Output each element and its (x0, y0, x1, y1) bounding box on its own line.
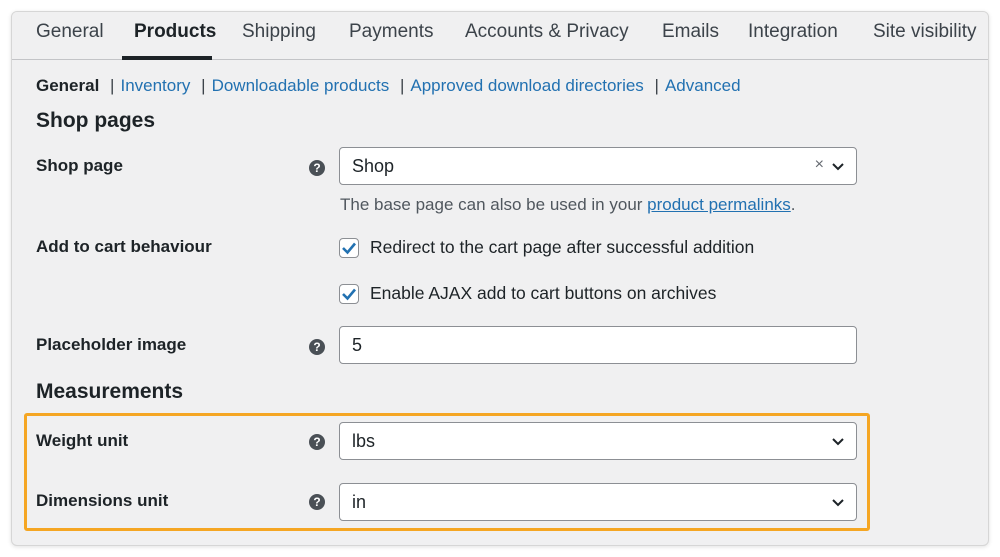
subnav-separator: | (399, 76, 405, 95)
tab-products[interactable]: Products (134, 21, 216, 43)
tab-emails[interactable]: Emails (662, 21, 719, 43)
settings-window: General Products Shipping Payments Accou… (11, 11, 989, 546)
subnav-separator: | (201, 76, 206, 95)
redirect-to-cart-text: Redirect to the cart page after successf… (370, 237, 755, 257)
placeholder-image-label: Placeholder image (36, 335, 187, 354)
weight-unit-selected-value: lbs (352, 431, 376, 451)
ajax-add-to-cart-text: Enable AJAX add to cart buttons on archi… (370, 283, 717, 303)
chevron-down-icon (832, 438, 844, 446)
question-circle-icon[interactable]: ? (309, 339, 325, 355)
subnav-link-inventory[interactable]: Inventory (120, 76, 190, 95)
dimensions-unit-select[interactable]: in (339, 483, 857, 521)
question-circle-icon[interactable]: ? (309, 160, 325, 176)
clear-x-icon[interactable]: × (815, 156, 824, 174)
redirect-to-cart-checkbox[interactable] (339, 238, 359, 258)
subnav-current-general: General (36, 76, 100, 95)
subnav-link-advanced[interactable]: Advanced (665, 76, 741, 95)
shop-page-description: The base page can also be used in your p… (340, 195, 796, 215)
placeholder-image-input[interactable]: 5 (339, 326, 857, 364)
add-to-cart-label: Add to cart behaviour (36, 237, 212, 256)
section-heading-shop-pages: Shop pages (36, 109, 156, 132)
ajax-add-to-cart-checkbox[interactable] (339, 284, 359, 304)
shop-page-selected-value: Shop (352, 156, 395, 176)
shop-page-description-text: The base page can also be used in your (340, 195, 648, 214)
active-tab-indicator (122, 56, 212, 60)
tab-payments[interactable]: Payments (349, 21, 433, 43)
chevron-down-icon (832, 163, 844, 171)
tab-integration[interactable]: Integration (748, 21, 838, 43)
chevron-down-icon (832, 499, 844, 507)
subnav-link-approved-download-directories[interactable]: Approved download directories (410, 76, 643, 95)
dimensions-unit-label: Dimensions unit (36, 491, 169, 510)
weight-unit-select[interactable]: lbs (339, 422, 857, 460)
weight-unit-label: Weight unit (36, 431, 129, 450)
products-subnav: General | Inventory | Downloadable product… (36, 76, 741, 96)
question-circle-icon[interactable]: ? (309, 434, 325, 450)
subnav-separator: | (110, 76, 115, 95)
question-circle-icon[interactable]: ? (309, 494, 325, 510)
placeholder-image-value: 5 (352, 335, 363, 355)
dimensions-unit-selected-value: in (352, 492, 367, 512)
tab-general[interactable]: General (36, 21, 104, 43)
shop-page-label: Shop page (36, 156, 123, 175)
checkmark-icon (342, 242, 356, 255)
product-permalinks-link[interactable]: product permalinks (647, 195, 791, 214)
subnav-link-downloadable-products[interactable]: Downloadable products (212, 76, 390, 95)
tab-site-visibility[interactable]: Site visibility (873, 21, 976, 43)
shop-page-description-suffix: . (790, 195, 796, 214)
subnav-separator: | (654, 76, 659, 95)
tab-shipping[interactable]: Shipping (242, 21, 316, 43)
checkmark-icon (342, 288, 356, 301)
settings-tab-bar: General Products Shipping Payments Accou… (12, 12, 988, 60)
tab-accounts-privacy[interactable]: Accounts & Privacy (465, 21, 629, 43)
shop-page-select[interactable]: Shop × (339, 147, 857, 185)
section-heading-measurements: Measurements (36, 380, 184, 403)
